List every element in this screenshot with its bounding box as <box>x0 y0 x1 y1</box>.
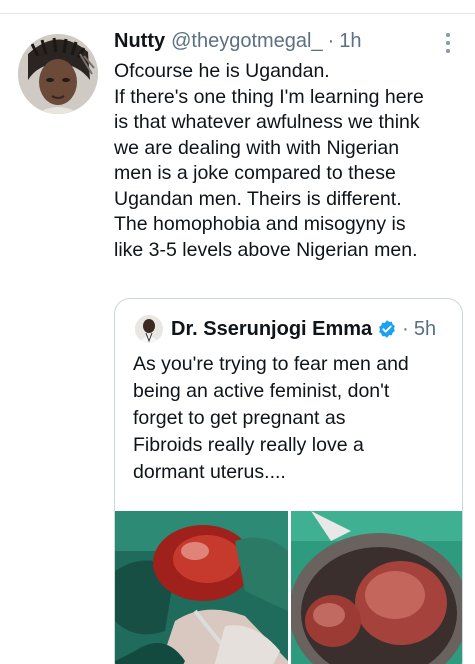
fibroid-photo[interactable] <box>291 511 462 664</box>
quoted-text-line: Fibroids really really love a <box>133 434 364 456</box>
quoted-tweet-time[interactable]: 5h <box>414 318 436 341</box>
tweet-text-line: we are dealing with with Nigerian <box>114 136 400 159</box>
tweet-text-line: If there's one thing I'm learning here <box>114 85 424 108</box>
surgery-photo[interactable] <box>115 511 288 664</box>
tweet-header: Nutty @theygotmegal_ · 1h <box>114 30 362 56</box>
tweet-text-line: like 3-5 levels above Nigerian men. <box>114 238 418 261</box>
quoted-text-line: As you're trying to fear men and <box>133 353 409 375</box>
tweet-text: Ofcourse he is Ugandan. If there's one t… <box>114 59 466 263</box>
tweet-text-line: is that whatever awfulness we think <box>114 111 420 133</box>
tweet-text-line: men is a joke compared to these <box>114 162 396 184</box>
author-handle[interactable]: @theygotmegal_ <box>171 30 323 53</box>
quoted-author-avatar[interactable] <box>135 315 163 343</box>
top-divider <box>0 13 475 14</box>
separator-dot: · <box>402 317 409 340</box>
separator-dot: · <box>327 30 335 52</box>
quoted-text-line: being an active feminist, don't <box>133 380 390 402</box>
quoted-author-name[interactable]: Dr. Sserunjogi Emma <box>171 318 372 341</box>
author-avatar[interactable] <box>18 34 98 114</box>
quoted-tweet-text: As you're trying to fear men and being a… <box>133 351 453 486</box>
tweet-text-line: Ofcourse he is Ugandan. <box>114 60 330 82</box>
quoted-tweet-header: Dr. Sserunjogi Emma · 5h <box>135 315 436 343</box>
tweet-text-line: The homophobia and misogyny is <box>114 213 406 235</box>
verified-badge-icon <box>379 320 396 338</box>
author-name[interactable]: Nutty <box>114 30 165 53</box>
more-vertical-icon[interactable] <box>438 30 458 56</box>
quoted-text-line: forget to get pregnant as <box>133 407 346 429</box>
quoted-text-line: dormant uterus.... <box>133 461 286 483</box>
tweet-text-line: Ugandan men. Theirs is different. <box>114 187 402 210</box>
quoted-media <box>115 511 462 664</box>
quoted-tweet-card[interactable]: Dr. Sserunjogi Emma · 5h As you're tryin… <box>114 298 463 664</box>
tweet-time[interactable]: 1h <box>339 30 361 53</box>
